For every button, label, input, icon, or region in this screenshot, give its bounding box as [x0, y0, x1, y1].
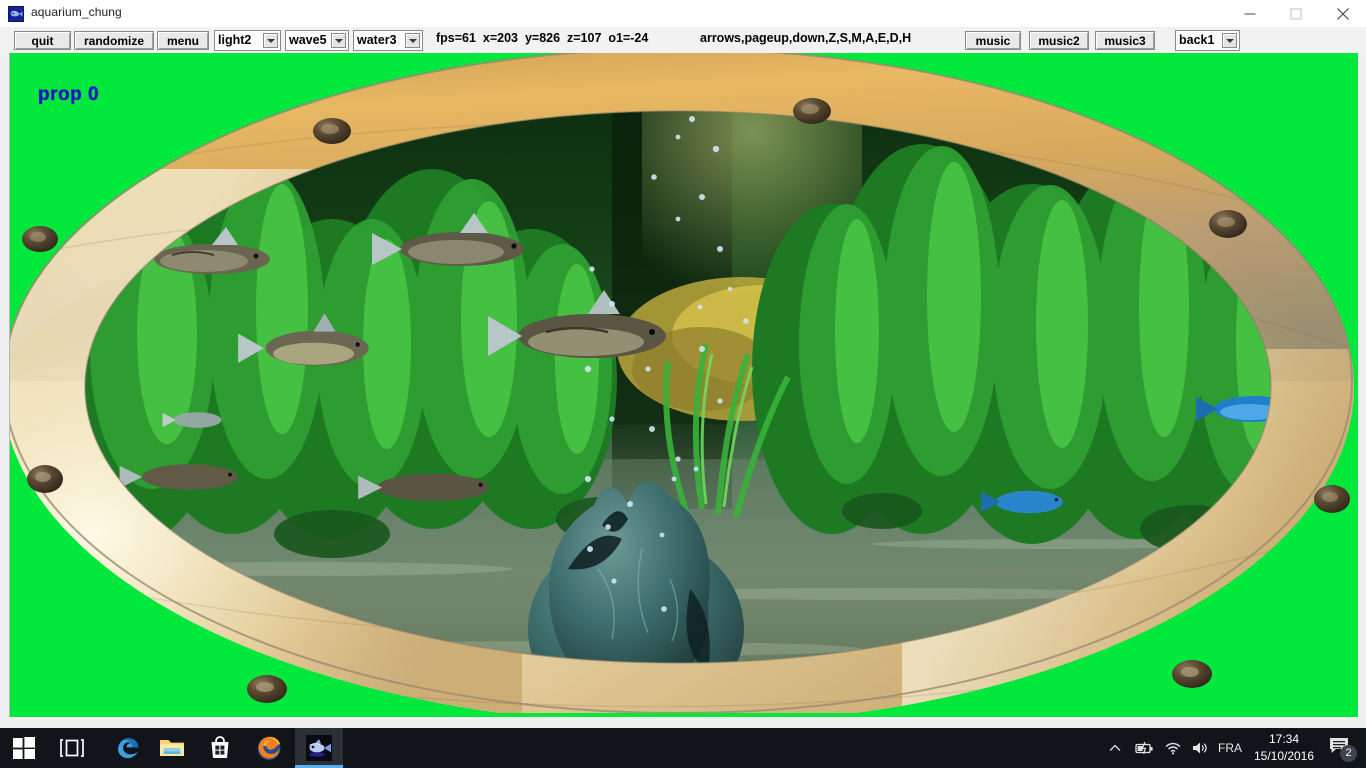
music-button[interactable]: music [965, 31, 1021, 50]
wave-select-value: wave5 [289, 32, 327, 49]
wave-select[interactable]: wave5 [285, 30, 349, 51]
firefox-button[interactable] [245, 728, 293, 768]
water-select-value: water3 [357, 32, 397, 49]
start-button[interactable] [0, 728, 48, 768]
keyboard-hint: arrows,pageup,down,Z,S,M,A,E,D,H [700, 31, 911, 45]
fish-icon [8, 6, 24, 22]
task-view-button[interactable] [48, 728, 96, 768]
clock-time: 17:34 [1248, 731, 1320, 748]
status-readout: fps=61 x=203 y=826 z=107 o1=-24 [436, 31, 648, 45]
minimize-icon[interactable] [1227, 0, 1273, 27]
toolbar: quit randomize menu light2 wave5 water3 … [0, 27, 1366, 53]
aquarium-porthole-scene [9, 53, 1354, 713]
battery-icon[interactable] [1132, 728, 1158, 768]
background-select-value: back1 [1179, 32, 1214, 49]
music2-button[interactable]: music2 [1029, 31, 1089, 50]
notification-count: 2 [1340, 745, 1357, 762]
menu-button[interactable]: menu [157, 31, 209, 50]
windows-taskbar: FRA 17:34 15/10/2016 2 [0, 728, 1366, 768]
language-indicator[interactable]: FRA [1218, 741, 1242, 755]
fish-icon [306, 735, 332, 761]
chevron-down-icon[interactable] [331, 33, 346, 48]
prop-counter-label: prop 0 [38, 84, 99, 106]
file-explorer-button[interactable] [148, 728, 196, 768]
water-select[interactable]: water3 [353, 30, 423, 51]
light-select-value: light2 [218, 32, 251, 49]
maximize-icon[interactable] [1273, 0, 1319, 27]
randomize-button[interactable]: randomize [74, 31, 154, 50]
quit-button[interactable]: quit [14, 31, 71, 50]
clock[interactable]: 17:34 15/10/2016 [1248, 731, 1320, 765]
speaker-icon[interactable] [1188, 728, 1214, 768]
music3-button[interactable]: music3 [1095, 31, 1155, 50]
chevron-down-icon[interactable] [405, 33, 420, 48]
chevron-down-icon[interactable] [1222, 33, 1237, 48]
light-select[interactable]: light2 [214, 30, 281, 51]
edge-button[interactable] [104, 728, 152, 768]
aquarium-taskbar-button[interactable] [295, 728, 343, 768]
application-window: aquarium_chung quit randomize menu light… [0, 0, 1366, 728]
background-select[interactable]: back1 [1175, 30, 1240, 51]
store-button[interactable] [196, 728, 244, 768]
wifi-icon[interactable] [1160, 728, 1186, 768]
title-bar: aquarium_chung [0, 0, 1366, 28]
window-title: aquarium_chung [31, 5, 122, 19]
close-icon[interactable] [1320, 0, 1366, 27]
clock-date: 15/10/2016 [1248, 748, 1320, 765]
chevron-up-icon[interactable] [1102, 728, 1128, 768]
notification-icon[interactable]: 2 [1322, 728, 1362, 768]
chevron-down-icon[interactable] [263, 33, 278, 48]
render-viewport[interactable]: prop 0 [9, 53, 1358, 717]
